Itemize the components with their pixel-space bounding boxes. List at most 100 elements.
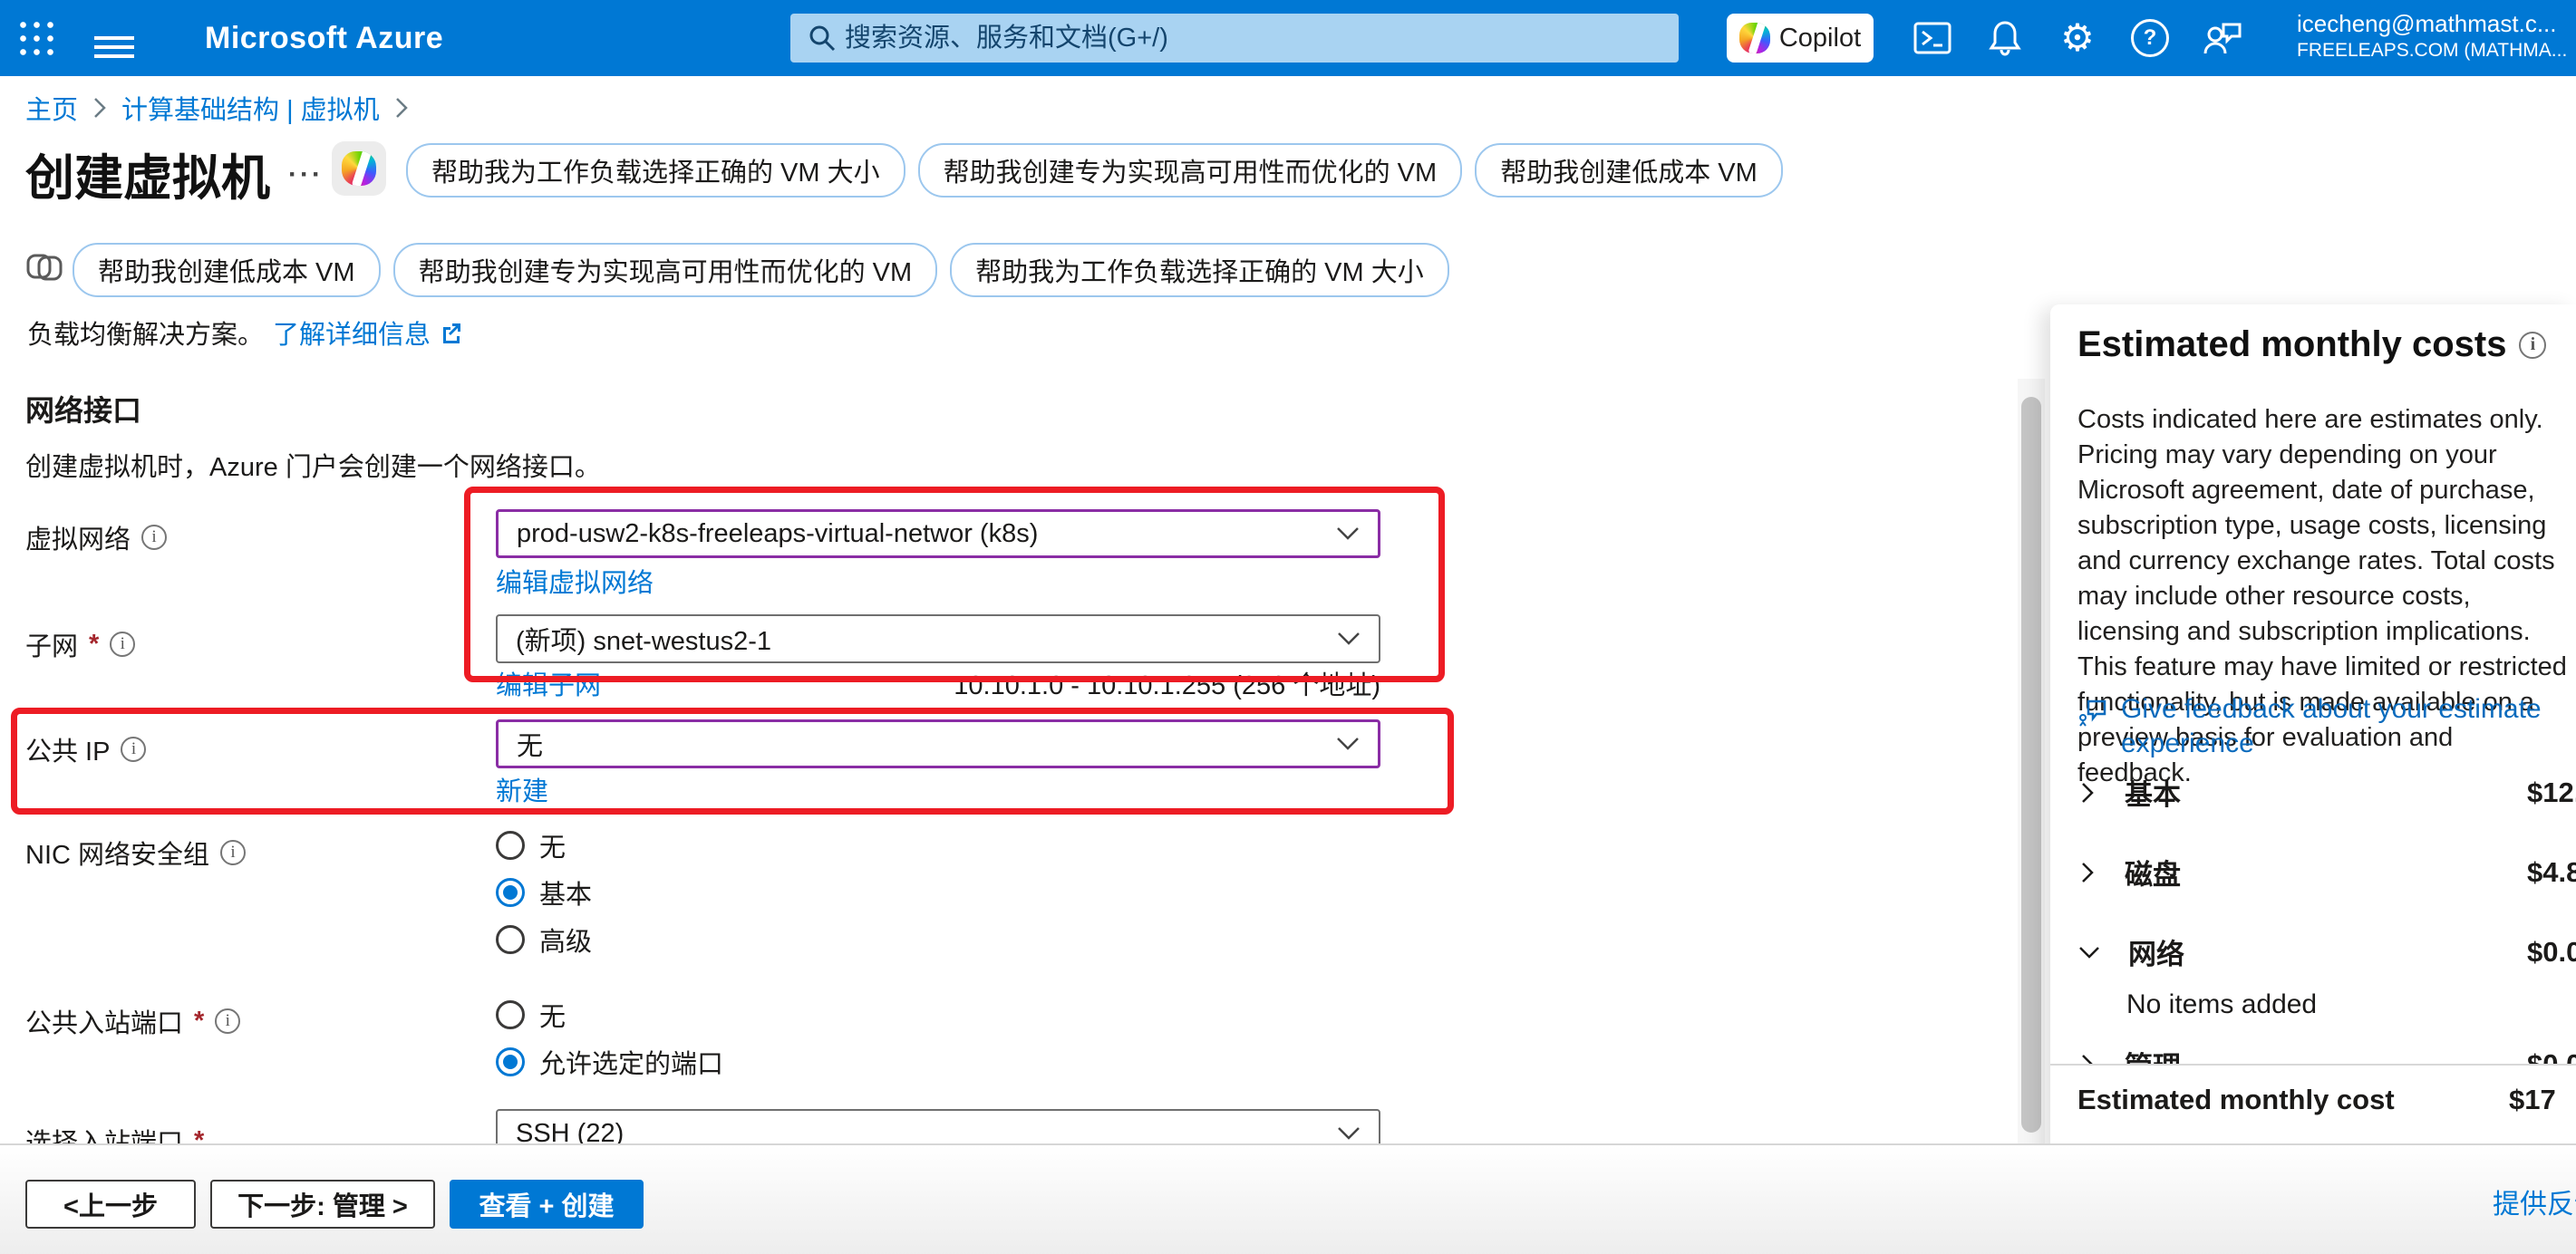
- chevron-down-icon: [2077, 942, 2101, 962]
- search-input[interactable]: [838, 23, 1679, 54]
- chevron-down-icon: [1336, 526, 1360, 541]
- estimated-costs-panel: Estimated monthly costs Costs indicated …: [2050, 304, 2576, 1254]
- notifications-button[interactable]: [1976, 0, 2034, 76]
- cost-total-row: Estimated monthly cost $17: [2050, 1064, 2576, 1147]
- copilot-outline-icon: [24, 246, 65, 293]
- copilot-chip[interactable]: 帮助我创建低成本 VM: [73, 243, 381, 297]
- help-button[interactable]: ?: [2121, 0, 2179, 76]
- intro-text: 负载均衡解决方案。: [27, 314, 264, 352]
- cost-rows: 基本 $12.9 磁盘 $4.8 网络 $0.0 No items added …: [2050, 304, 2576, 1064]
- chevron-right-icon: [394, 96, 409, 120]
- more-menu-button[interactable]: ···: [288, 159, 324, 190]
- portal-menu-button[interactable]: [85, 0, 143, 76]
- vnet-dropdown[interactable]: prod-usw2-k8s-freeleaps-virtual-networ (…: [496, 509, 1380, 558]
- radio-ports-allow-selected[interactable]: 允许选定的端口: [496, 1043, 723, 1081]
- cost-total-value: $17: [2509, 1084, 2556, 1116]
- breadcrumb-home-link[interactable]: 主页: [25, 89, 78, 127]
- copilot-chip[interactable]: 帮助我创建低成本 VM: [1475, 143, 1783, 198]
- previous-step-button[interactable]: <上一步: [25, 1180, 196, 1229]
- scrollbar-thumb[interactable]: [2021, 397, 2041, 1133]
- radio-nsg-none[interactable]: 无: [496, 826, 566, 864]
- info-icon[interactable]: [121, 737, 146, 762]
- account-tenant: FREELEAPS.COM (MATHMA...: [2297, 39, 2576, 63]
- chevron-right-icon: [2077, 861, 2097, 884]
- section-description: 创建虚拟机时，Azure 门户会创建一个网络接口。: [25, 446, 601, 484]
- radio-ports-none[interactable]: 无: [496, 996, 566, 1034]
- breadcrumb: 主页 计算基础结构 | 虚拟机: [25, 89, 409, 127]
- public-ip-dropdown[interactable]: 无: [496, 719, 1380, 768]
- network-empty-text: No items added: [2126, 989, 2317, 1020]
- footer-feedback-link[interactable]: 提供反馈: [2482, 1182, 2576, 1221]
- radio-icon: [496, 831, 525, 860]
- copilot-logo-icon: [342, 151, 376, 186]
- next-step-button[interactable]: 下一步: 管理 >: [210, 1180, 435, 1229]
- nic-nsg-label: NIC 网络安全组: [25, 834, 246, 872]
- cost-row-disk[interactable]: 磁盘 $4.8: [2077, 852, 2567, 892]
- copilot-chip[interactable]: 帮助我为工作负载选择正确的 VM 大小: [950, 243, 1449, 297]
- radio-nsg-advanced[interactable]: 高级: [496, 921, 592, 959]
- feedback-button[interactable]: [2193, 0, 2252, 76]
- review-create-button[interactable]: 查看 + 创建: [450, 1180, 644, 1229]
- global-search[interactable]: [790, 14, 1679, 63]
- chevron-right-icon: [2077, 1053, 2097, 1065]
- terminal-icon: [1913, 20, 1952, 56]
- help-icon: ?: [2131, 19, 2169, 57]
- copilot-chip[interactable]: 帮助我创建专为实现高可用性而优化的 VM: [393, 243, 938, 297]
- brand-title[interactable]: Microsoft Azure: [205, 0, 443, 76]
- person-feedback-icon: [2202, 19, 2243, 57]
- copilot-chip[interactable]: 帮助我为工作负载选择正确的 VM 大小: [406, 143, 905, 198]
- chevron-down-icon: [1337, 632, 1361, 646]
- vnet-value: prod-usw2-k8s-freeleaps-virtual-networ (…: [517, 519, 1038, 549]
- radio-icon: [496, 925, 525, 954]
- radio-icon: [496, 1000, 525, 1029]
- info-icon[interactable]: [215, 1008, 240, 1034]
- cloud-shell-button[interactable]: [1903, 0, 1961, 76]
- app-launcher-button[interactable]: [7, 0, 65, 76]
- chevron-right-icon: [2077, 781, 2097, 805]
- cost-row-network[interactable]: 网络 $0.0: [2077, 931, 2567, 972]
- public-ip-label: 公共 IP: [25, 730, 146, 768]
- search-icon: [807, 23, 838, 53]
- copilot-logo-icon: [1739, 23, 1770, 53]
- info-icon[interactable]: [141, 525, 167, 550]
- learn-more-link[interactable]: 了解详细信息: [273, 314, 431, 352]
- chevron-down-icon: [1337, 1126, 1361, 1141]
- copilot-label: Copilot: [1779, 24, 1861, 53]
- external-link-icon: [440, 321, 463, 344]
- edit-subnet-link[interactable]: 编辑子网: [496, 664, 601, 702]
- section-heading: 网络接口: [25, 388, 141, 429]
- breadcrumb-section-link[interactable]: 计算基础结构 | 虚拟机: [121, 89, 380, 127]
- inbound-ports-label: 公共入站端口 *: [25, 1002, 240, 1040]
- page-title: 创建虚拟机: [25, 138, 270, 209]
- copilot-chip[interactable]: 帮助我创建专为实现高可用性而优化的 VM: [918, 143, 1463, 198]
- chevron-right-icon: [92, 96, 107, 120]
- subnet-dropdown[interactable]: (新项) snet-westus2-1: [496, 614, 1380, 663]
- hamburger-icon: [94, 36, 134, 40]
- cost-row-management[interactable]: 管理 $0.0: [2077, 1044, 2567, 1064]
- info-icon[interactable]: [110, 632, 135, 657]
- edit-vnet-link[interactable]: 编辑虚拟网络: [496, 562, 654, 600]
- cost-row-basic[interactable]: 基本 $12.9: [2077, 772, 2567, 813]
- public-ip-value: 无: [517, 725, 543, 763]
- create-new-link[interactable]: 新建: [496, 770, 548, 808]
- wizard-footer: <上一步 下一步: 管理 > 查看 + 创建 提供反馈: [0, 1143, 2576, 1254]
- waffle-icon: [18, 20, 54, 56]
- account-email: icecheng@mathmast.c...: [2297, 9, 2576, 39]
- copilot-suggestion-row-2: 帮助我创建低成本 VM 帮助我创建专为实现高可用性而优化的 VM 帮助我为工作负…: [73, 243, 1449, 297]
- bell-icon: [1987, 19, 2023, 57]
- info-icon[interactable]: [220, 840, 246, 865]
- copilot-badge-button[interactable]: [332, 141, 386, 196]
- azure-portal-page: Microsoft Azure Copilot ⚙ ? icecheng@mat: [0, 0, 2576, 1254]
- radio-nsg-basic[interactable]: 基本: [496, 873, 592, 912]
- chevron-down-icon: [1336, 737, 1360, 751]
- account-info[interactable]: icecheng@mathmast.c... FREELEAPS.COM (MA…: [2297, 9, 2576, 63]
- gear-icon: ⚙: [2060, 19, 2095, 57]
- intro-line: 负载均衡解决方案。 了解详细信息: [27, 314, 463, 352]
- copilot-suggestion-row-1: 帮助我为工作负载选择正确的 VM 大小 帮助我创建专为实现高可用性而优化的 VM…: [406, 143, 1783, 198]
- copilot-button[interactable]: Copilot: [1727, 14, 1874, 63]
- settings-button[interactable]: ⚙: [2048, 0, 2106, 76]
- vnet-label: 虚拟网络: [25, 518, 167, 556]
- footer-feedback-label: 提供反馈: [2493, 1182, 2576, 1221]
- subnet-label: 子网 *: [25, 625, 135, 663]
- subnet-address-range: 10.10.1.0 - 10.10.1.255 (256 个地址): [888, 664, 1380, 702]
